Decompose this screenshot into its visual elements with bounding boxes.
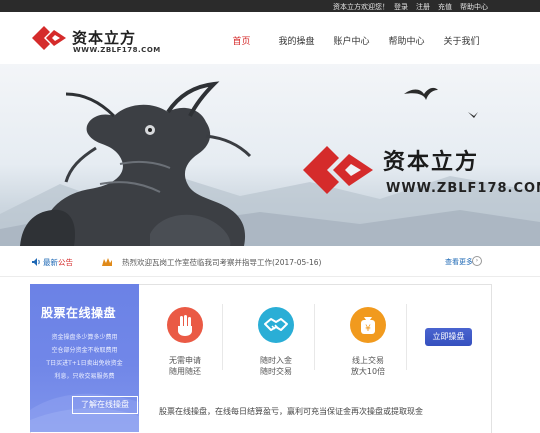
hero-banner[interactable]: 资本立方 WWW.ZBLF178.COM xyxy=(0,64,540,246)
nav-item-my-trading[interactable]: 我的操盘 xyxy=(269,34,324,47)
promo-description: 资金操盘多少算多少费用 空仓部分资金不收取费用 T日买进T+1日卖出免收资金 利… xyxy=(30,331,139,383)
handshake-icon xyxy=(258,307,294,343)
svg-text:¥: ¥ xyxy=(365,324,371,334)
feature-online-trading: ¥ 线上交易 放大10倍 xyxy=(341,307,395,377)
notice-label: 最新公告 xyxy=(43,257,73,268)
notice-label-announcement: 公告 xyxy=(58,258,73,267)
logo-icon[interactable] xyxy=(30,25,68,51)
nav-item-account[interactable]: 账户中心 xyxy=(324,34,379,47)
feature-line-1: 线上交易 xyxy=(352,356,384,365)
nav-item-home[interactable]: 首页 xyxy=(214,34,269,47)
notice-bar: 最新公告 热烈欢迎瓦岗工作室莅临我司考察并指导工作(2017-05-16) 查看… xyxy=(0,246,540,277)
feature-line-2: 放大10倍 xyxy=(350,367,386,376)
notice-label-latest: 最新 xyxy=(43,258,58,267)
feature-line-1: 随时入金 xyxy=(260,356,292,365)
chevron-right-icon[interactable]: › xyxy=(472,256,482,266)
feature-divider xyxy=(406,304,407,370)
notice-text[interactable]: 热烈欢迎瓦岗工作室莅临我司考察并指导工作(2017-05-16) xyxy=(122,257,321,268)
recharge-link[interactable]: 充值 xyxy=(438,2,452,12)
hand-icon xyxy=(167,307,203,343)
feature-divider xyxy=(314,304,315,370)
speaker-icon xyxy=(32,258,40,266)
banner-logo-icon xyxy=(303,146,373,194)
main-nav: 首页 我的操盘 账户中心 帮助中心 关于我们 xyxy=(214,34,489,47)
promo-title: 股票在线操盘 xyxy=(41,306,117,320)
hot-icon xyxy=(102,258,112,266)
feature-divider xyxy=(222,304,223,370)
promo-line: 空仓部分资金不收取费用 xyxy=(51,347,118,354)
banner-brand-name: 资本立方 xyxy=(383,150,480,175)
top-bar: 资本立方欢迎您！ 登录 注册 充值 帮助中心 xyxy=(0,0,540,12)
learn-online-trading-button[interactable]: 了解在线操盘 xyxy=(72,396,138,414)
money-bag-icon: ¥ xyxy=(350,307,386,343)
login-link[interactable]: 登录 xyxy=(394,2,408,12)
site-header: 资本立方 WWW.ZBLF178.COM 首页 我的操盘 账户中心 帮助中心 关… xyxy=(0,12,540,65)
banner-url: WWW.ZBLF178.COM xyxy=(386,181,540,196)
welcome-text: 资本立方欢迎您！ xyxy=(333,3,389,11)
feature-line-2: 随用随还 xyxy=(169,367,201,376)
feature-no-application: 无需申请 随用随还 xyxy=(158,307,212,377)
nav-item-help[interactable]: 帮助中心 xyxy=(379,34,434,47)
promo-card: 股票在线操盘 资金操盘多少算多少费用 空仓部分资金不收取费用 T日买进T+1日卖… xyxy=(30,284,139,432)
nav-item-about[interactable]: 关于我们 xyxy=(434,34,489,47)
promo-line: 利息，只收交易服务费 xyxy=(54,373,115,380)
feature-line-1: 无需申请 xyxy=(169,356,201,365)
logo-name[interactable]: 资本立方 xyxy=(72,27,136,48)
logo-url: WWW.ZBLF178.COM xyxy=(73,46,161,54)
promo-line: 资金操盘多少算多少费用 xyxy=(51,334,118,341)
start-trading-button[interactable]: 立即操盘 xyxy=(425,328,472,346)
register-link[interactable]: 注册 xyxy=(416,2,430,12)
view-more-link[interactable]: 查看更多 xyxy=(445,257,473,267)
service-description: 股票在线操盘，在线每日结算盈亏，赢利可充当保证金再次操盘或提取现金 xyxy=(159,407,423,416)
top-links: 登录 注册 充值 帮助中心 xyxy=(394,2,488,12)
promo-line: T日买进T+1日卖出免收资金 xyxy=(46,360,123,367)
help-link[interactable]: 帮助中心 xyxy=(460,2,488,12)
feature-deposit-anytime: 随时入金 随时交易 xyxy=(249,307,303,377)
feature-line-2: 随时交易 xyxy=(260,367,292,376)
